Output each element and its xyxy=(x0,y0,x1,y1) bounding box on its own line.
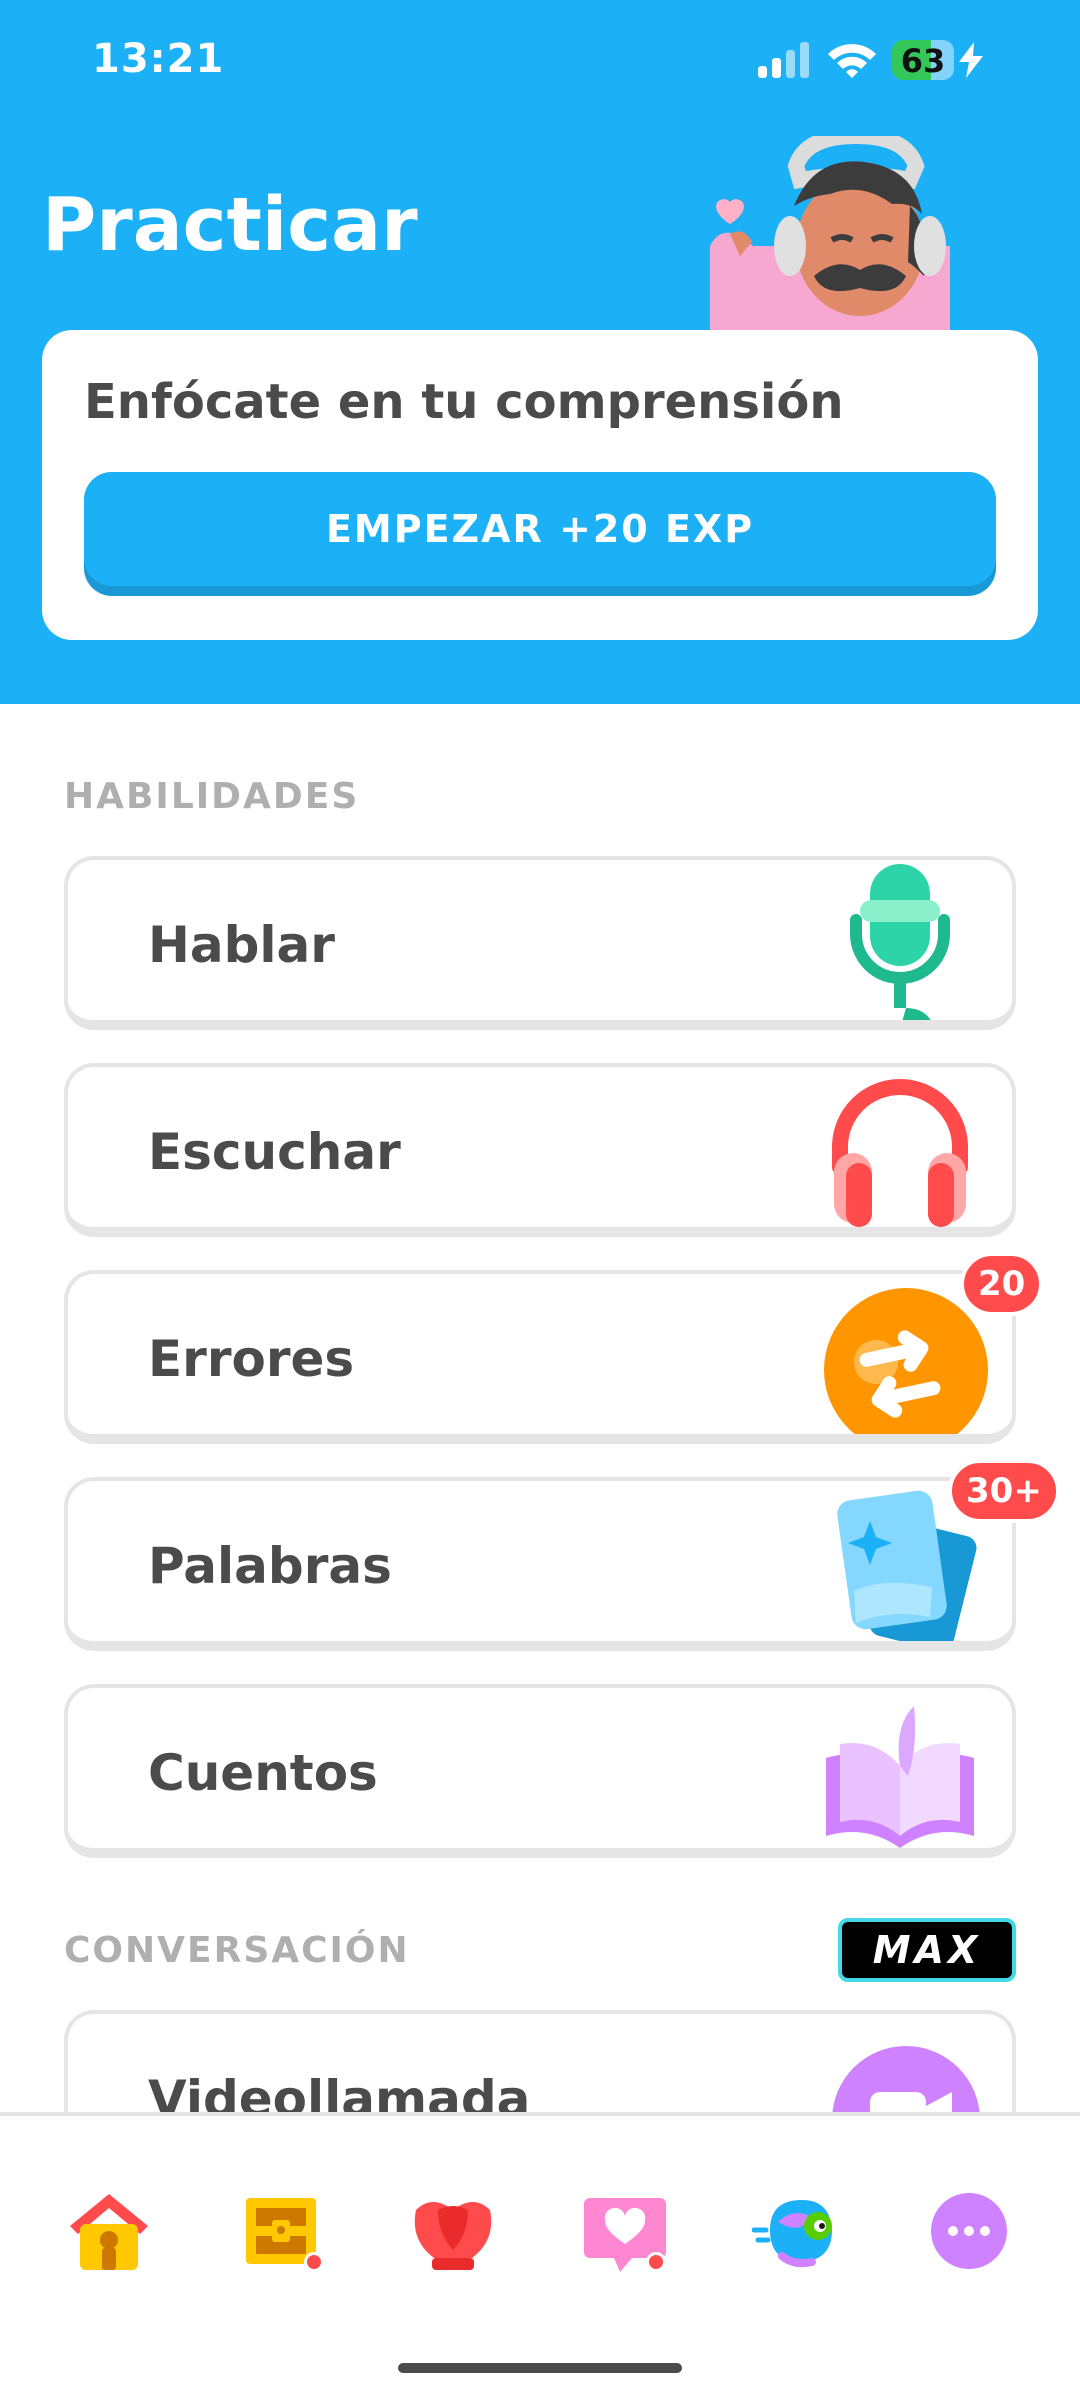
focus-card-text: Enfócate en tu comprensión xyxy=(84,374,844,430)
list-item-palabras[interactable]: Palabras xyxy=(64,1477,1016,1651)
nav-leagues[interactable] xyxy=(408,2186,498,2276)
status-bar: 13:21 63 xyxy=(0,0,1080,120)
section-label-skills: HABILIDADES xyxy=(64,776,360,817)
list-item-cuentos[interactable]: Cuentos xyxy=(64,1684,1016,1858)
nav-more[interactable] xyxy=(924,2186,1014,2276)
wifi-icon xyxy=(828,44,876,78)
home-icon xyxy=(70,2194,148,2270)
nav-practice[interactable] xyxy=(751,2186,842,2276)
start-button-label: EMPEZAR +20 EXP xyxy=(84,472,996,586)
notification-badge-palabras: 30+ xyxy=(948,1459,1060,1523)
item-label: Hablar xyxy=(148,916,335,974)
bottom-navigation xyxy=(0,2112,1080,2400)
battery-icon: 63 xyxy=(892,40,954,80)
home-indicator xyxy=(398,2363,682,2373)
focus-card: Enfócate en tu comprensión EMPEZAR +20 E… xyxy=(42,330,1038,640)
cellular-signal-icon xyxy=(758,42,809,78)
item-label: Escuchar xyxy=(148,1123,401,1181)
nav-friends[interactable] xyxy=(580,2186,670,2276)
item-label: Palabras xyxy=(148,1537,392,1595)
headphones-icon xyxy=(832,1079,968,1227)
list-item-errores[interactable]: Errores xyxy=(64,1270,1016,1444)
mascot-icon xyxy=(751,2200,832,2268)
shield-icon xyxy=(414,2202,492,2270)
start-button[interactable]: EMPEZAR +20 EXP xyxy=(84,472,996,596)
max-badge: MAX xyxy=(838,1918,1016,1982)
notification-dot xyxy=(646,2252,666,2272)
notification-badge-errores: 20 xyxy=(960,1252,1044,1316)
book-icon xyxy=(826,1706,974,1848)
mascot-illustration xyxy=(710,136,950,332)
nav-treasure[interactable] xyxy=(236,2186,326,2276)
header-area: 13:21 63 Practicar Enfócate en tu compre… xyxy=(0,0,1080,704)
nav-home[interactable] xyxy=(64,2186,154,2276)
status-time: 13:21 xyxy=(92,36,225,82)
more-icon xyxy=(931,2193,1007,2269)
item-label: Cuentos xyxy=(148,1744,378,1802)
list-item-escuchar[interactable]: Escuchar xyxy=(64,1063,1016,1237)
charging-icon xyxy=(959,42,983,78)
notification-dot xyxy=(304,2252,324,2272)
page-title: Practicar xyxy=(42,182,418,268)
microphone-icon xyxy=(850,864,950,1020)
battery-level: 63 xyxy=(900,42,946,80)
item-label: Errores xyxy=(148,1330,355,1388)
section-label-conversation: CONVERSACIÓN xyxy=(64,1930,410,1971)
list-item-hablar[interactable]: Hablar xyxy=(64,856,1016,1030)
